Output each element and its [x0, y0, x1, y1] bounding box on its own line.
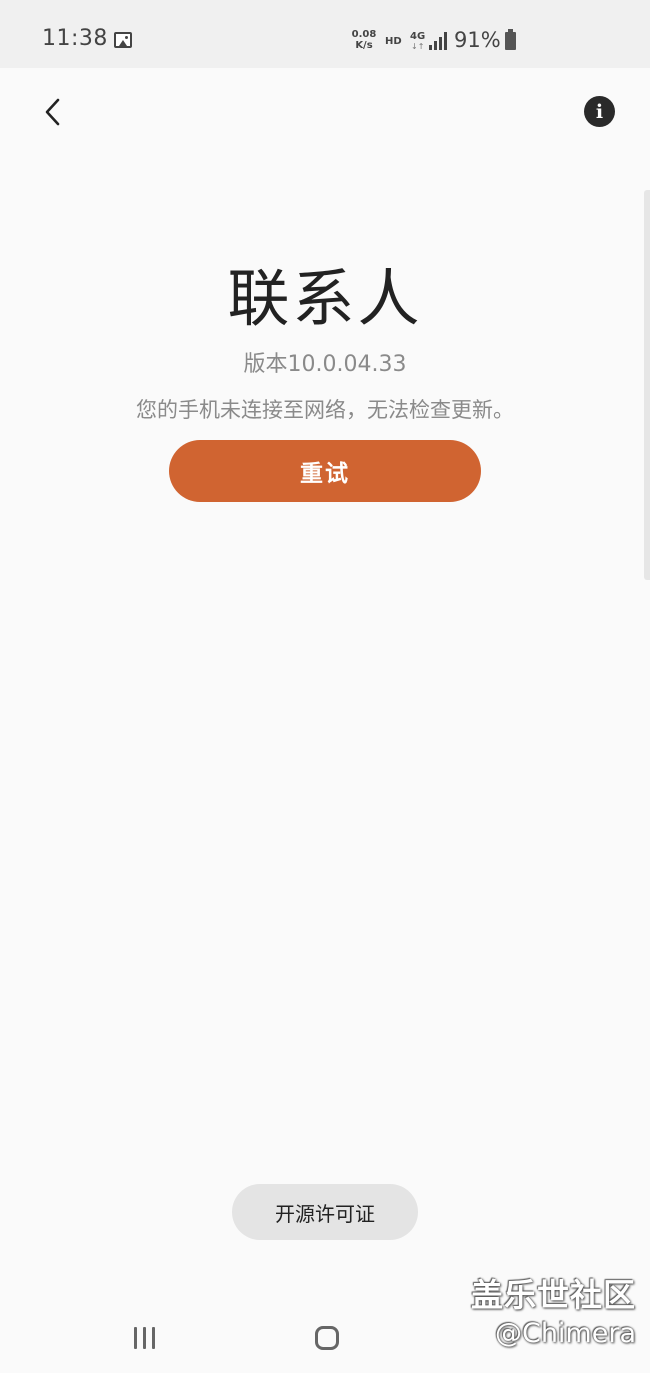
status-time: 11:38	[42, 26, 108, 51]
data-activity-icon: ↓↑	[411, 42, 425, 51]
battery-icon	[505, 29, 516, 50]
watermark: 盖乐世社区 @Chimera	[471, 1270, 636, 1349]
network-type: 4G	[410, 31, 426, 42]
open-source-license-button[interactable]: 开源许可证	[232, 1184, 418, 1240]
network-speed-unit: K/s	[355, 40, 373, 51]
chevron-left-icon	[45, 98, 60, 126]
watermark-author: @Chimera	[494, 1318, 636, 1349]
app-title: 联系人	[227, 262, 423, 335]
home-icon[interactable]	[315, 1326, 339, 1350]
battery-percentage: 91%	[454, 28, 501, 52]
status-bar: 11:38 0.08 K/s HD 4G ↓↑ 91%	[0, 0, 650, 68]
signal-icon	[429, 32, 449, 50]
recents-icon[interactable]	[134, 1327, 158, 1349]
retry-button[interactable]: 重试	[169, 440, 481, 502]
version-label: 版本10.0.04.33	[243, 352, 407, 377]
back-button[interactable]	[30, 90, 74, 134]
network-speed: 0.08 K/s	[350, 29, 378, 51]
network-error-message: 您的手机未连接至网络，无法检查更新。	[136, 398, 514, 422]
network-speed-value: 0.08	[351, 29, 377, 40]
info-icon: i	[595, 100, 604, 123]
gallery-icon	[114, 32, 132, 48]
info-button[interactable]: i	[584, 96, 615, 127]
watermark-community: 盖乐世社区	[470, 1276, 636, 1314]
hd-indicator: HD	[385, 36, 402, 47]
